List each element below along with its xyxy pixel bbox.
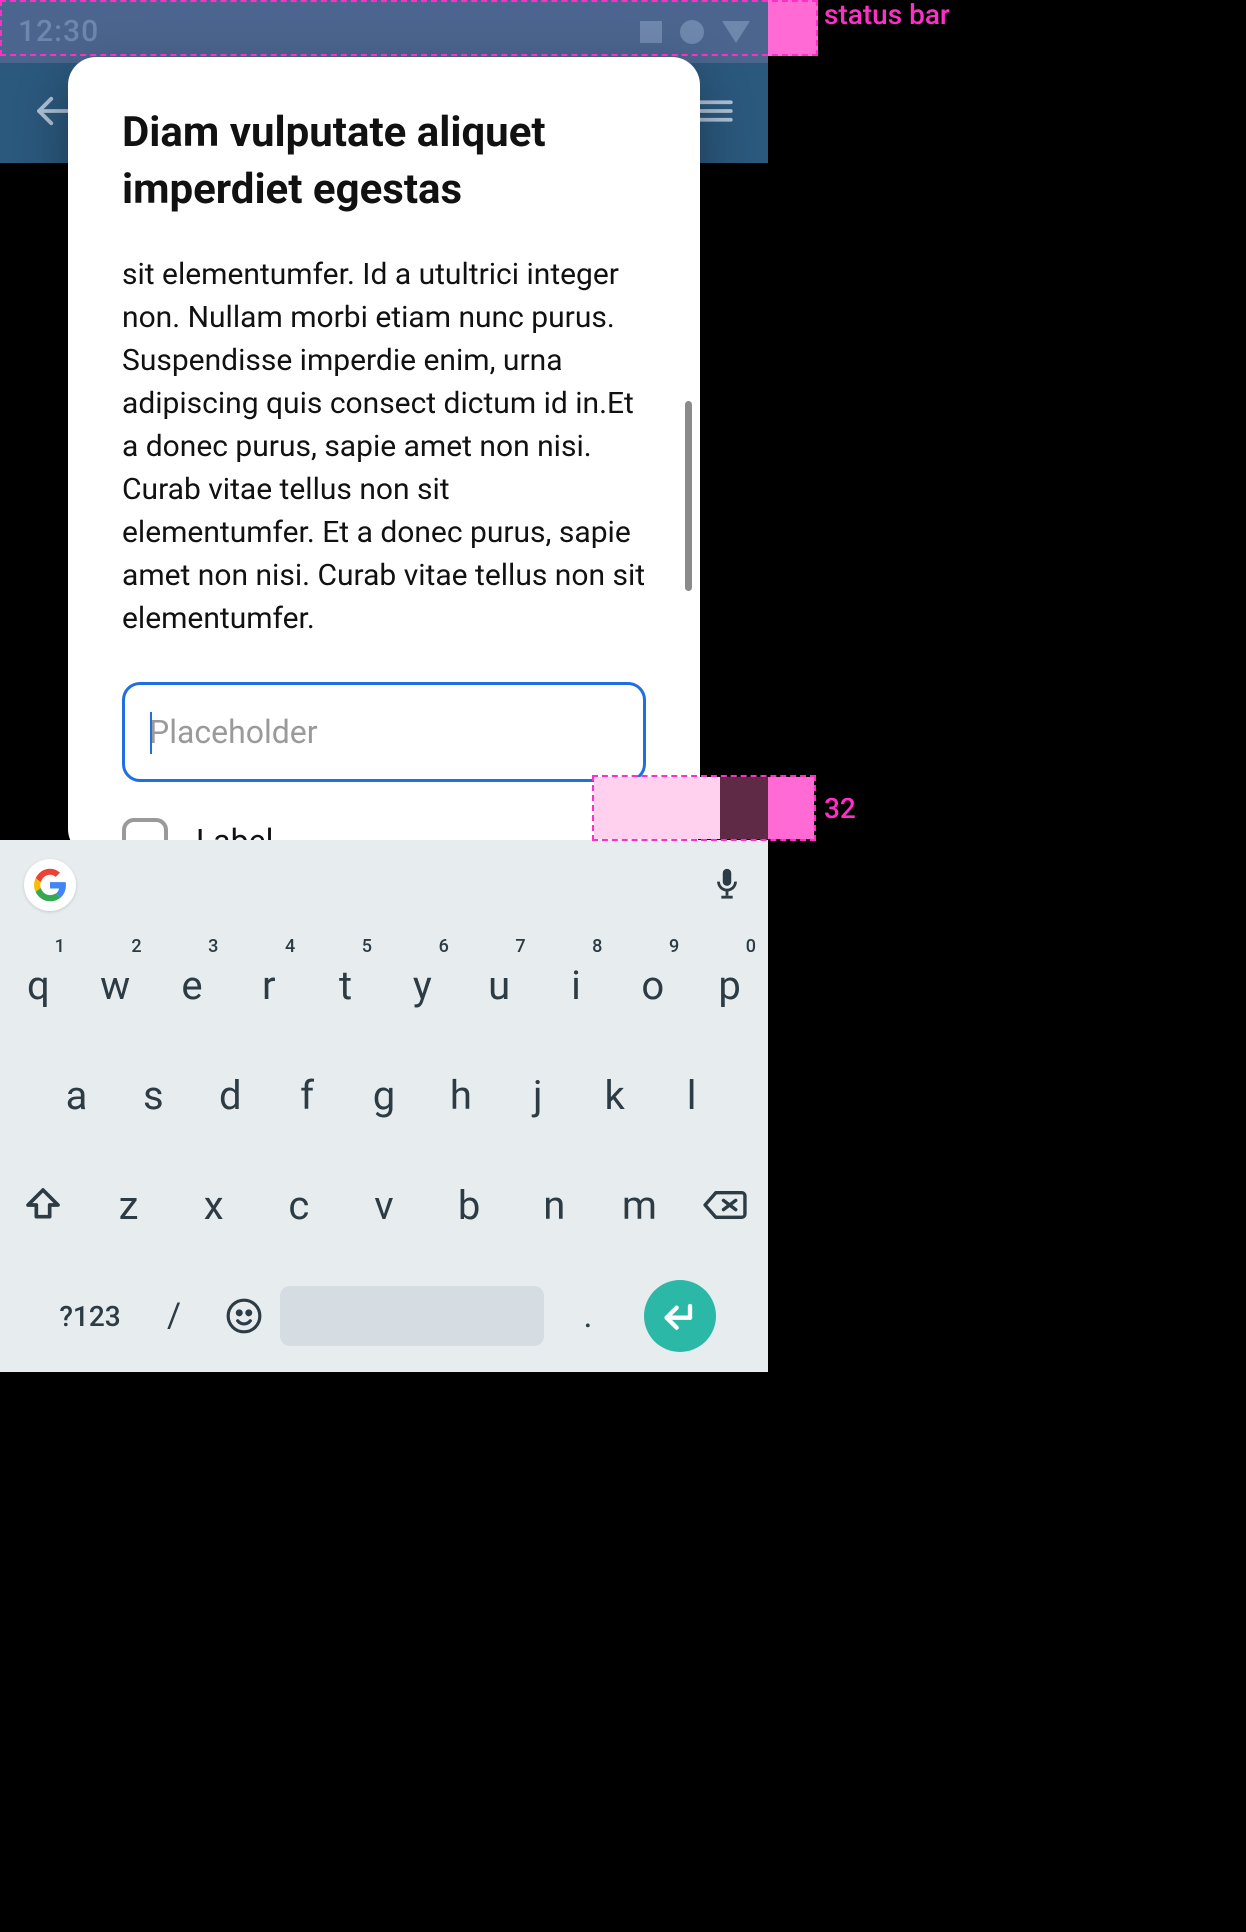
key-k[interactable]: k xyxy=(576,1040,653,1150)
key-label: o xyxy=(641,962,664,1009)
dialog-body: sit elementumfer. Id a utultrici integer… xyxy=(122,254,646,640)
key-superscript: 2 xyxy=(131,936,141,957)
key-label: l xyxy=(687,1072,697,1119)
key-label: v xyxy=(374,1182,393,1229)
key-label: c xyxy=(288,1182,309,1229)
key-label: k xyxy=(605,1072,625,1119)
key-label: b xyxy=(458,1182,480,1229)
key-label: q xyxy=(27,962,50,1009)
key-superscript: 9 xyxy=(669,936,679,957)
redline-status-label: status bar xyxy=(824,0,950,29)
keyboard-row-2: asdfghjkl xyxy=(0,1040,768,1150)
key-superscript: 4 xyxy=(285,936,295,957)
key-i[interactable]: i8 xyxy=(538,930,615,1040)
key-p[interactable]: p0 xyxy=(691,930,768,1040)
redline-status-swatch xyxy=(768,0,818,56)
key-o[interactable]: o9 xyxy=(614,930,691,1040)
key-r[interactable]: r4 xyxy=(230,930,307,1040)
key-x[interactable]: x xyxy=(171,1182,256,1229)
keyboard-suggestion-bar xyxy=(0,840,768,930)
key-label: m xyxy=(622,1182,657,1229)
key-y[interactable]: y6 xyxy=(384,930,461,1040)
key-label: e xyxy=(181,962,202,1009)
key-label: w xyxy=(100,962,130,1009)
emoji-key[interactable] xyxy=(208,1297,280,1335)
dialog: Diam vulputate aliquet imperdiet egestas… xyxy=(68,57,700,857)
key-f[interactable]: f xyxy=(269,1040,346,1150)
key-label: p xyxy=(718,962,740,1009)
key-u[interactable]: u7 xyxy=(461,930,538,1040)
key-label: s xyxy=(143,1072,164,1119)
key-s[interactable]: s xyxy=(115,1040,192,1150)
device-frame: 12:30 Diam vulputate aliquet imperdiet e… xyxy=(0,0,768,1372)
key-superscript: 1 xyxy=(55,936,65,957)
key-d[interactable]: d xyxy=(192,1040,269,1150)
text-input[interactable] xyxy=(122,682,646,782)
key-label: u xyxy=(488,962,510,1009)
key-b[interactable]: b xyxy=(427,1182,512,1229)
keyboard-rows: q1w2e3r4t5y6u7i8o9p0 asdfghjkl zxcvbnm ?… xyxy=(0,930,768,1372)
symbols-key[interactable]: ?123 xyxy=(40,1300,140,1333)
key-j[interactable]: j xyxy=(499,1040,576,1150)
mic-icon[interactable] xyxy=(710,866,744,904)
keyboard-row-4: ?123 / . xyxy=(0,1260,768,1372)
redline-gap-swatch-c xyxy=(768,777,814,839)
key-label: n xyxy=(543,1182,565,1229)
keyboard-row-3: zxcvbnm xyxy=(0,1150,768,1260)
period-key[interactable]: . xyxy=(544,1296,632,1336)
key-label: y xyxy=(413,962,432,1009)
menu-icon[interactable] xyxy=(694,90,736,136)
key-m[interactable]: m xyxy=(597,1182,682,1229)
key-label: a xyxy=(66,1072,88,1119)
key-superscript: 0 xyxy=(746,936,756,957)
key-e[interactable]: e3 xyxy=(154,930,231,1040)
keyboard-row-1: q1w2e3r4t5y6u7i8o9p0 xyxy=(0,930,768,1040)
key-label: j xyxy=(533,1072,543,1119)
key-superscript: 5 xyxy=(362,936,372,957)
shift-key[interactable] xyxy=(0,1185,86,1225)
key-v[interactable]: v xyxy=(341,1182,426,1229)
key-h[interactable]: h xyxy=(422,1040,499,1150)
key-label: i xyxy=(571,962,581,1009)
soft-keyboard: q1w2e3r4t5y6u7i8o9p0 asdfghjkl zxcvbnm ?… xyxy=(0,840,768,1372)
backspace-key[interactable] xyxy=(682,1185,768,1225)
key-c[interactable]: c xyxy=(256,1182,341,1229)
status-triangle-icon xyxy=(722,21,750,43)
space-key[interactable] xyxy=(280,1286,544,1346)
status-icons xyxy=(640,20,750,44)
key-label: t xyxy=(339,962,352,1009)
key-label: z xyxy=(119,1182,139,1229)
slash-key[interactable]: / xyxy=(140,1296,208,1336)
key-n[interactable]: n xyxy=(512,1182,597,1229)
enter-key[interactable] xyxy=(632,1280,728,1352)
scrollbar-thumb[interactable] xyxy=(685,401,692,591)
status-bar: 12:30 xyxy=(0,0,768,63)
key-t[interactable]: t5 xyxy=(307,930,384,1040)
status-circle-icon xyxy=(680,20,704,44)
key-w[interactable]: w2 xyxy=(77,930,154,1040)
key-superscript: 3 xyxy=(208,936,218,957)
key-label: h xyxy=(450,1072,472,1119)
key-label: d xyxy=(219,1072,242,1119)
key-label: r xyxy=(262,962,276,1009)
key-z[interactable]: z xyxy=(86,1182,171,1229)
redline-gap-label: 32 xyxy=(824,792,856,825)
key-label: f xyxy=(300,1072,314,1119)
text-caret xyxy=(150,712,152,754)
google-icon[interactable] xyxy=(24,859,76,911)
status-square-icon xyxy=(640,21,662,43)
key-label: x xyxy=(204,1182,224,1229)
key-label: g xyxy=(373,1072,395,1119)
key-g[interactable]: g xyxy=(346,1040,423,1150)
key-a[interactable]: a xyxy=(38,1040,115,1150)
key-superscript: 8 xyxy=(592,936,602,957)
redline-gap-swatch-b xyxy=(720,777,768,839)
dialog-title: Diam vulputate aliquet imperdiet egestas xyxy=(122,105,646,218)
status-time: 12:30 xyxy=(18,14,99,49)
key-l[interactable]: l xyxy=(653,1040,730,1150)
key-superscript: 7 xyxy=(515,936,525,957)
key-q[interactable]: q1 xyxy=(0,930,77,1040)
key-superscript: 6 xyxy=(439,936,449,957)
